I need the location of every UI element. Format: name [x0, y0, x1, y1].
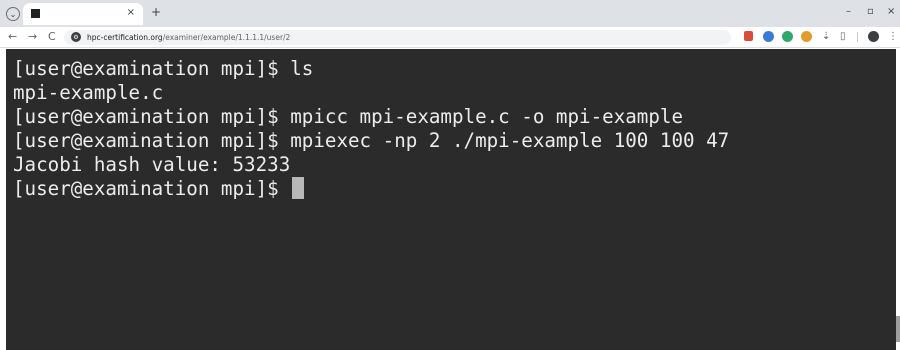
toolbar-divider	[857, 32, 858, 42]
scrollbar-thumb[interactable]	[896, 316, 900, 342]
menu-icon[interactable]: ⋮	[888, 30, 898, 43]
extension-red-icon[interactable]	[744, 31, 753, 41]
terminal-line: [user@examination mpi]$ mpiexec -np 2 ./…	[13, 129, 730, 152]
new-tab-button[interactable]: +	[151, 5, 161, 19]
scrollbar[interactable]	[896, 49, 900, 350]
url-host: hpc-certification.org	[87, 33, 163, 42]
sidebar-icon[interactable]: ▯	[840, 30, 846, 43]
reload-button[interactable]: C	[48, 31, 56, 43]
address-bar[interactable]: ⚙ hpc-certification.org/examiner/example…	[64, 30, 731, 45]
tab-search-button[interactable]: ⌄	[6, 7, 20, 21]
pin-icon[interactable]: ⇣	[822, 30, 830, 43]
active-tab[interactable]: ×	[23, 3, 143, 25]
back-button[interactable]: ←	[8, 31, 17, 43]
url-text: hpc-certification.org/examiner/example/1…	[87, 32, 290, 43]
terminal-cursor	[292, 177, 305, 199]
url-path: /examiner/example/1.1.1.1/user/2	[162, 33, 291, 42]
tab-close-icon[interactable]: ×	[127, 6, 135, 20]
forward-button[interactable]: →	[28, 31, 37, 43]
terminal-favicon-icon	[31, 9, 40, 18]
extension-orange-icon[interactable]	[801, 31, 812, 42]
terminal-line: [user@examination mpi]$ ls	[13, 57, 314, 80]
extension-blue-icon[interactable]	[763, 31, 774, 42]
terminal-line: mpi-example.c	[13, 81, 164, 104]
terminal-prompt-line: [user@examination mpi]$	[13, 177, 305, 201]
terminal-line: Jacobi hash value: 53233	[13, 153, 291, 176]
terminal-line: [user@examination mpi]$ mpicc mpi-exampl…	[13, 105, 684, 128]
close-window-button[interactable]: ×	[887, 6, 895, 18]
terminal-window[interactable]: [user@examination mpi]$ ls mpi-example.c…	[6, 49, 896, 350]
site-info-icon[interactable]: ⚙	[71, 32, 81, 42]
minimize-button[interactable]: –	[846, 6, 851, 18]
maximize-button[interactable]: ▫	[867, 6, 874, 18]
extension-green-icon[interactable]	[782, 31, 793, 42]
browser-toolbar: ← → C ⚙ hpc-certification.org/examiner/e…	[0, 27, 900, 48]
tab-strip: ⌄ × + – ▫ ×	[0, 0, 900, 27]
terminal-prompt: [user@examination mpi]$	[13, 177, 291, 200]
chevron-down-icon: ⌄	[9, 9, 17, 19]
profile-icon[interactable]	[868, 31, 879, 42]
